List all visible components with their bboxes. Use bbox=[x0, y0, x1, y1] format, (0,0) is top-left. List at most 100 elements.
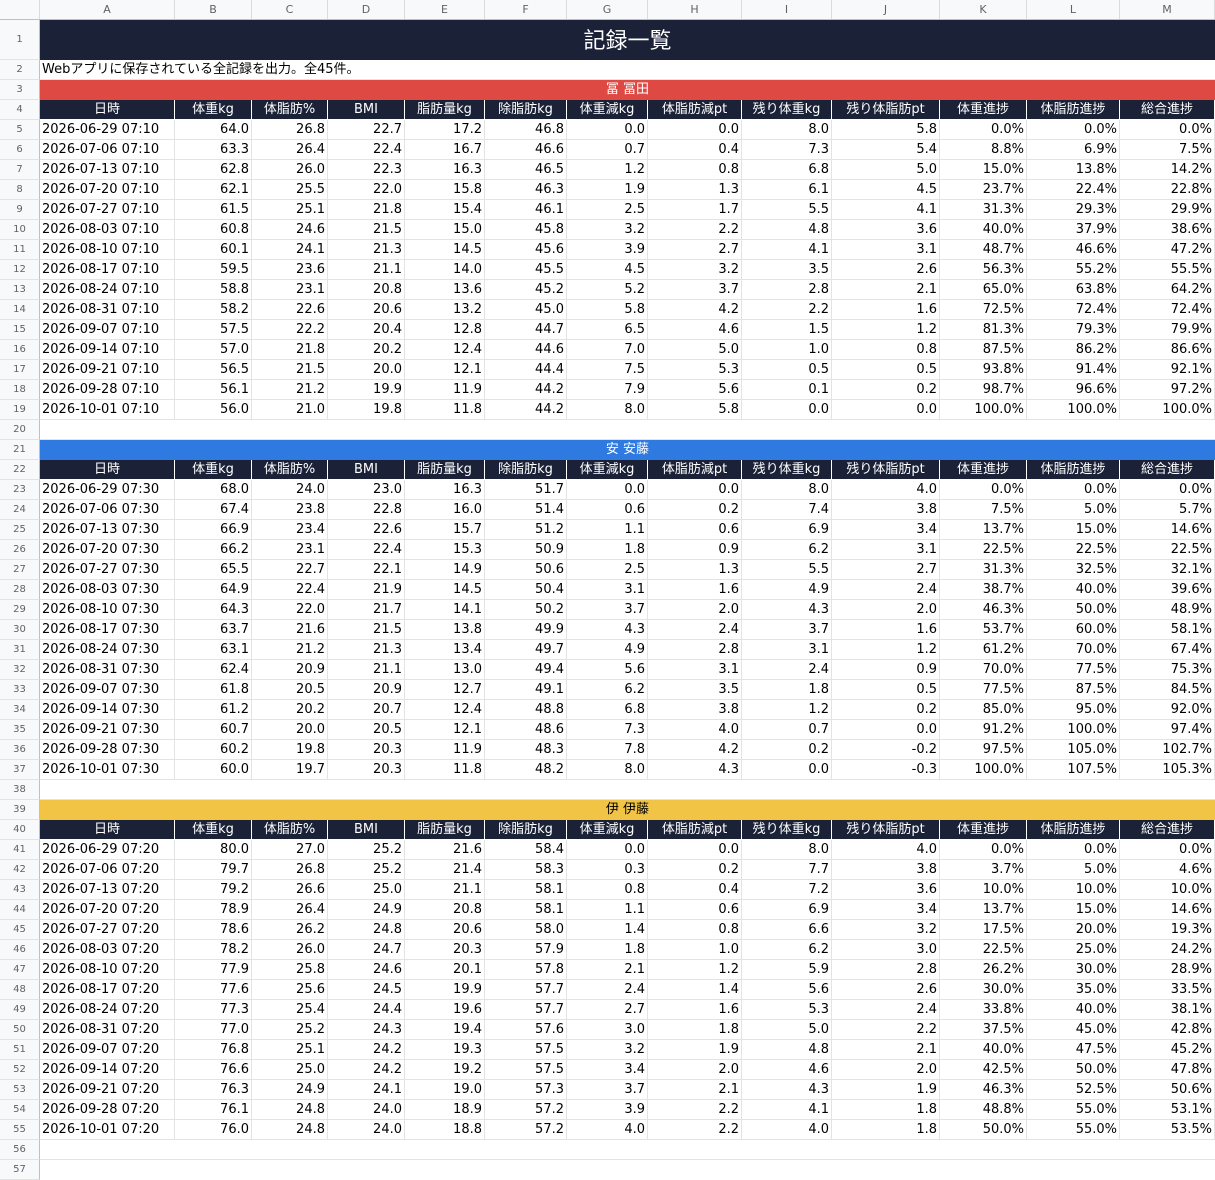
row-header-55[interactable]: 55 bbox=[0, 1120, 40, 1140]
table-cell[interactable]: 45.2 bbox=[485, 280, 567, 300]
table-cell[interactable]: 25.6 bbox=[252, 980, 328, 1000]
table-cell[interactable]: 2026-09-14 07:10 bbox=[40, 340, 175, 360]
table-cell[interactable]: 78.6 bbox=[175, 920, 252, 940]
table-cell[interactable]: 19.4 bbox=[405, 1020, 485, 1040]
sheet-description[interactable]: Webアプリに保存されている全記録を出力。全45件。 bbox=[40, 60, 1215, 80]
table-cell[interactable]: 7.5% bbox=[940, 500, 1027, 520]
table-cell[interactable]: 55.5% bbox=[1120, 260, 1215, 280]
table-cell[interactable]: 56.3% bbox=[940, 260, 1027, 280]
table-cell[interactable]: 45.8 bbox=[485, 220, 567, 240]
table-cell[interactable]: 20.2 bbox=[252, 700, 328, 720]
row-header-15[interactable]: 15 bbox=[0, 320, 40, 340]
table-cell[interactable]: 46.6 bbox=[485, 140, 567, 160]
table-cell[interactable]: 3.7 bbox=[742, 620, 832, 640]
table-cell[interactable]: 76.8 bbox=[175, 1040, 252, 1060]
table-cell[interactable]: 2.2 bbox=[742, 300, 832, 320]
table-cell[interactable]: 2026-08-31 07:10 bbox=[40, 300, 175, 320]
table-cell[interactable]: 102.7% bbox=[1120, 740, 1215, 760]
table-cell[interactable]: 49.1 bbox=[485, 680, 567, 700]
row-header-30[interactable]: 30 bbox=[0, 620, 40, 640]
table-cell[interactable]: 19.6 bbox=[405, 1000, 485, 1020]
table-cell[interactable]: 2026-10-01 07:20 bbox=[40, 1120, 175, 1140]
table-cell[interactable]: 68.0 bbox=[175, 480, 252, 500]
table-cell[interactable]: 2026-09-21 07:10 bbox=[40, 360, 175, 380]
table-cell[interactable]: 19.3 bbox=[405, 1040, 485, 1060]
table-cell[interactable]: 55.2% bbox=[1027, 260, 1120, 280]
table-cell[interactable]: 5.7% bbox=[1120, 500, 1215, 520]
column-header-cell[interactable]: 体重kg bbox=[175, 820, 252, 840]
table-cell[interactable]: 2.7 bbox=[567, 1000, 648, 1020]
table-cell[interactable]: 20.6 bbox=[405, 920, 485, 940]
table-cell[interactable]: 40.0% bbox=[1027, 1000, 1120, 1020]
table-cell[interactable]: 24.4 bbox=[328, 1000, 405, 1020]
table-cell[interactable]: 15.8 bbox=[405, 180, 485, 200]
table-cell[interactable]: 2026-09-28 07:30 bbox=[40, 740, 175, 760]
table-cell[interactable]: 46.3% bbox=[940, 1080, 1027, 1100]
table-cell[interactable]: 13.8 bbox=[405, 620, 485, 640]
table-cell[interactable]: 5.2 bbox=[567, 280, 648, 300]
column-header-i[interactable]: I bbox=[742, 0, 832, 19]
table-cell[interactable]: 2026-07-27 07:10 bbox=[40, 200, 175, 220]
table-cell[interactable]: 91.2% bbox=[940, 720, 1027, 740]
row-header-44[interactable]: 44 bbox=[0, 900, 40, 920]
table-cell[interactable]: 56.0 bbox=[175, 400, 252, 420]
table-cell[interactable]: 76.0 bbox=[175, 1120, 252, 1140]
row-header-33[interactable]: 33 bbox=[0, 680, 40, 700]
row-header-14[interactable]: 14 bbox=[0, 300, 40, 320]
table-cell[interactable]: 1.7 bbox=[648, 200, 742, 220]
table-cell[interactable]: 45.2% bbox=[1120, 1040, 1215, 1060]
table-cell[interactable]: 58.1 bbox=[485, 880, 567, 900]
table-cell[interactable]: 75.3% bbox=[1120, 660, 1215, 680]
table-cell[interactable]: 63.7 bbox=[175, 620, 252, 640]
table-cell[interactable]: 13.8% bbox=[1027, 160, 1120, 180]
table-cell[interactable]: 4.0 bbox=[832, 480, 940, 500]
table-cell[interactable]: 0.0 bbox=[567, 840, 648, 860]
table-cell[interactable]: 2026-09-14 07:20 bbox=[40, 1060, 175, 1080]
table-cell[interactable]: 3.5 bbox=[742, 260, 832, 280]
table-cell[interactable]: 1.4 bbox=[567, 920, 648, 940]
table-cell[interactable]: 6.9 bbox=[742, 900, 832, 920]
table-cell[interactable]: 76.1 bbox=[175, 1100, 252, 1120]
table-cell[interactable]: 19.8 bbox=[252, 740, 328, 760]
table-cell[interactable]: 25.8 bbox=[252, 960, 328, 980]
table-cell[interactable]: 78.2 bbox=[175, 940, 252, 960]
table-cell[interactable]: 50.0% bbox=[1027, 600, 1120, 620]
table-cell[interactable]: 20.2 bbox=[328, 340, 405, 360]
table-cell[interactable]: 97.4% bbox=[1120, 720, 1215, 740]
table-cell[interactable]: 57.2 bbox=[485, 1100, 567, 1120]
table-cell[interactable]: 33.8% bbox=[940, 1000, 1027, 1020]
table-cell[interactable]: 63.1 bbox=[175, 640, 252, 660]
column-header-m[interactable]: M bbox=[1120, 0, 1215, 19]
table-cell[interactable]: 42.5% bbox=[940, 1060, 1027, 1080]
table-cell[interactable]: 7.5% bbox=[1120, 140, 1215, 160]
table-cell[interactable]: 16.3 bbox=[405, 160, 485, 180]
table-cell[interactable]: 0.0 bbox=[832, 720, 940, 740]
table-cell[interactable]: 58.3 bbox=[485, 860, 567, 880]
table-cell[interactable]: 20.9 bbox=[252, 660, 328, 680]
table-cell[interactable]: 2.1 bbox=[832, 280, 940, 300]
table-cell[interactable]: 48.3 bbox=[485, 740, 567, 760]
section-title-bar[interactable]: 安 安藤 bbox=[40, 440, 1215, 460]
column-header-cell[interactable]: 総合進捗 bbox=[1120, 820, 1215, 840]
table-cell[interactable]: 22.0 bbox=[252, 600, 328, 620]
table-cell[interactable]: 31.3% bbox=[940, 200, 1027, 220]
table-cell[interactable]: 50.0% bbox=[1027, 1060, 1120, 1080]
table-cell[interactable]: 4.6% bbox=[1120, 860, 1215, 880]
table-cell[interactable]: 2026-07-06 07:10 bbox=[40, 140, 175, 160]
table-cell[interactable]: 22.0 bbox=[328, 180, 405, 200]
table-cell[interactable]: 3.1 bbox=[742, 640, 832, 660]
table-cell[interactable]: 63.3 bbox=[175, 140, 252, 160]
empty-row[interactable] bbox=[40, 1140, 1215, 1160]
table-cell[interactable]: 7.2 bbox=[742, 880, 832, 900]
table-cell[interactable]: 3.4 bbox=[832, 900, 940, 920]
table-cell[interactable]: 2.1 bbox=[567, 960, 648, 980]
table-cell[interactable]: 0.0% bbox=[1120, 840, 1215, 860]
table-cell[interactable]: 2026-09-21 07:30 bbox=[40, 720, 175, 740]
column-header-cell[interactable]: 総合進捗 bbox=[1120, 460, 1215, 480]
table-cell[interactable]: 63.8% bbox=[1027, 280, 1120, 300]
table-cell[interactable]: 3.6 bbox=[832, 880, 940, 900]
table-cell[interactable]: 18.9 bbox=[405, 1100, 485, 1120]
column-header-cell[interactable]: 体脂肪減pt bbox=[648, 100, 742, 120]
table-cell[interactable]: 61.8 bbox=[175, 680, 252, 700]
table-cell[interactable]: 57.3 bbox=[485, 1080, 567, 1100]
